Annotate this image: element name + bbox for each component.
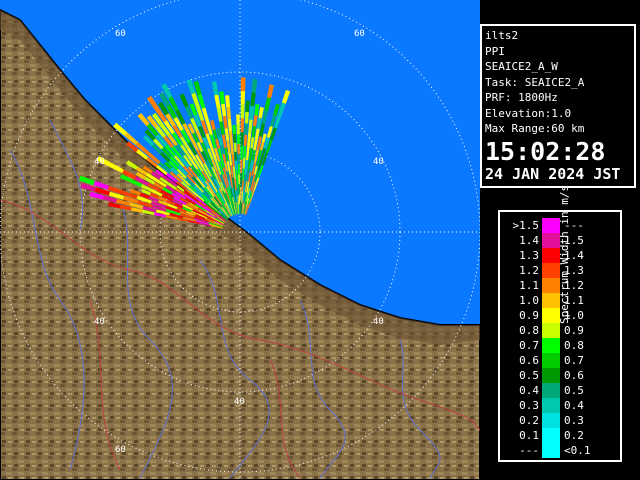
legend-high: <0.1 [564,444,591,457]
echo-cell [237,154,240,165]
legend-swatch [542,413,560,428]
range-label: 60 [115,29,126,39]
echo-cell [238,174,240,185]
legend-low: 1.2 [519,264,539,277]
legend-high: 0.8 [564,339,584,352]
range-label: 40 [94,157,105,167]
echo-cell [240,104,245,119]
legend-high: 0.4 [564,399,584,412]
legend-row: 0.9 1.0 [500,308,600,323]
legend-row: 0.2 0.3 [500,413,600,428]
legend-row: 1.0 1.1 [500,293,600,308]
echo-cell [236,114,240,125]
legend-low: 1.4 [519,234,539,247]
legend-low: 0.2 [519,414,539,427]
legend-low: >1.5 [512,219,540,232]
range-label: 60 [115,445,126,455]
legend-low: 0.6 [519,354,539,367]
range-label: 40 [94,317,105,327]
elevation-label: Elevation:1.0 [485,106,572,120]
legend-low: --- [519,444,539,457]
echo-cell [236,134,240,145]
echo-cell [240,118,245,133]
legend-row: 1.4 1.5 [500,233,600,248]
legend-high: 0.5 [564,384,584,397]
color-legend: >1.5 --- 1.4 1.5 1.3 1.4 1.2 1.3 1.1 1.2 1.0 1.1 0.9… [498,185,622,462]
legend-low: 0.9 [519,309,539,322]
legend-high: 0.6 [564,369,584,382]
range-label: 60 [354,29,365,39]
task-name: SEAICE2_A_W [485,60,558,73]
echo-cell [232,125,236,134]
legend-row: 0.3 0.4 [500,398,600,413]
legend-title: Spectrum Width in m/s [558,184,571,324]
legend-row: 1.1 1.2 [500,278,600,293]
legend-low: 0.7 [519,339,539,352]
range-label: 40 [234,397,245,407]
legend-swatch [542,443,560,458]
legend-swatch [542,383,560,398]
legend-low: 0.3 [519,399,539,412]
legend-high: 0.3 [564,414,584,427]
legend-swatch [542,368,560,383]
legend-row: 0.5 0.6 [500,368,600,383]
echo-cell [240,77,246,92]
echo-cell [237,164,240,175]
legend-swatch [542,428,560,443]
legend-low: 0.8 [519,324,539,337]
task-label: Task: SEAICE2_A [485,75,585,89]
legend-row: 0.6 0.7 [500,353,600,368]
prf-label: PRF: 1800Hz [485,91,558,104]
legend-high: 0.7 [564,354,584,367]
station-name: ilts2 [485,29,519,42]
scan-mode: PPI [485,44,505,58]
legend-low: 0.4 [519,384,539,397]
legend-row: 1.2 1.3 [500,263,600,278]
legend-swatch [542,353,560,368]
echo-cell [237,144,240,155]
legend-low: 0.5 [519,369,539,382]
legend-high: 0.2 [564,429,584,442]
legend-row: 0.7 0.8 [500,338,600,353]
legend-swatch [542,338,560,353]
echo-cell [240,132,244,146]
echo-cell [236,124,240,135]
legend-low: 1.0 [519,294,539,307]
legend-row: 0.1 0.2 [500,428,600,443]
legend-swatch [542,398,560,413]
legend-row: --- <0.1 [500,443,600,458]
range-label: 40 [373,157,384,167]
legend-row: >1.5 --- [500,218,600,233]
radar-ppi-map[interactable]: 60 60 40 40 40 40 40 60 [0,0,480,480]
legend-row: 0.4 0.5 [500,383,600,398]
legend-low: 1.3 [519,249,539,262]
legend-low: 1.1 [519,279,539,292]
legend-high: 0.9 [564,324,584,337]
legend-low: 0.1 [519,429,539,442]
range-label: 40 [373,317,384,327]
legend-swatch [542,323,560,338]
echo-cell [240,91,246,105]
legend-row: 0.8 0.9 [500,323,600,338]
legend-row: 1.3 1.4 [500,248,600,263]
